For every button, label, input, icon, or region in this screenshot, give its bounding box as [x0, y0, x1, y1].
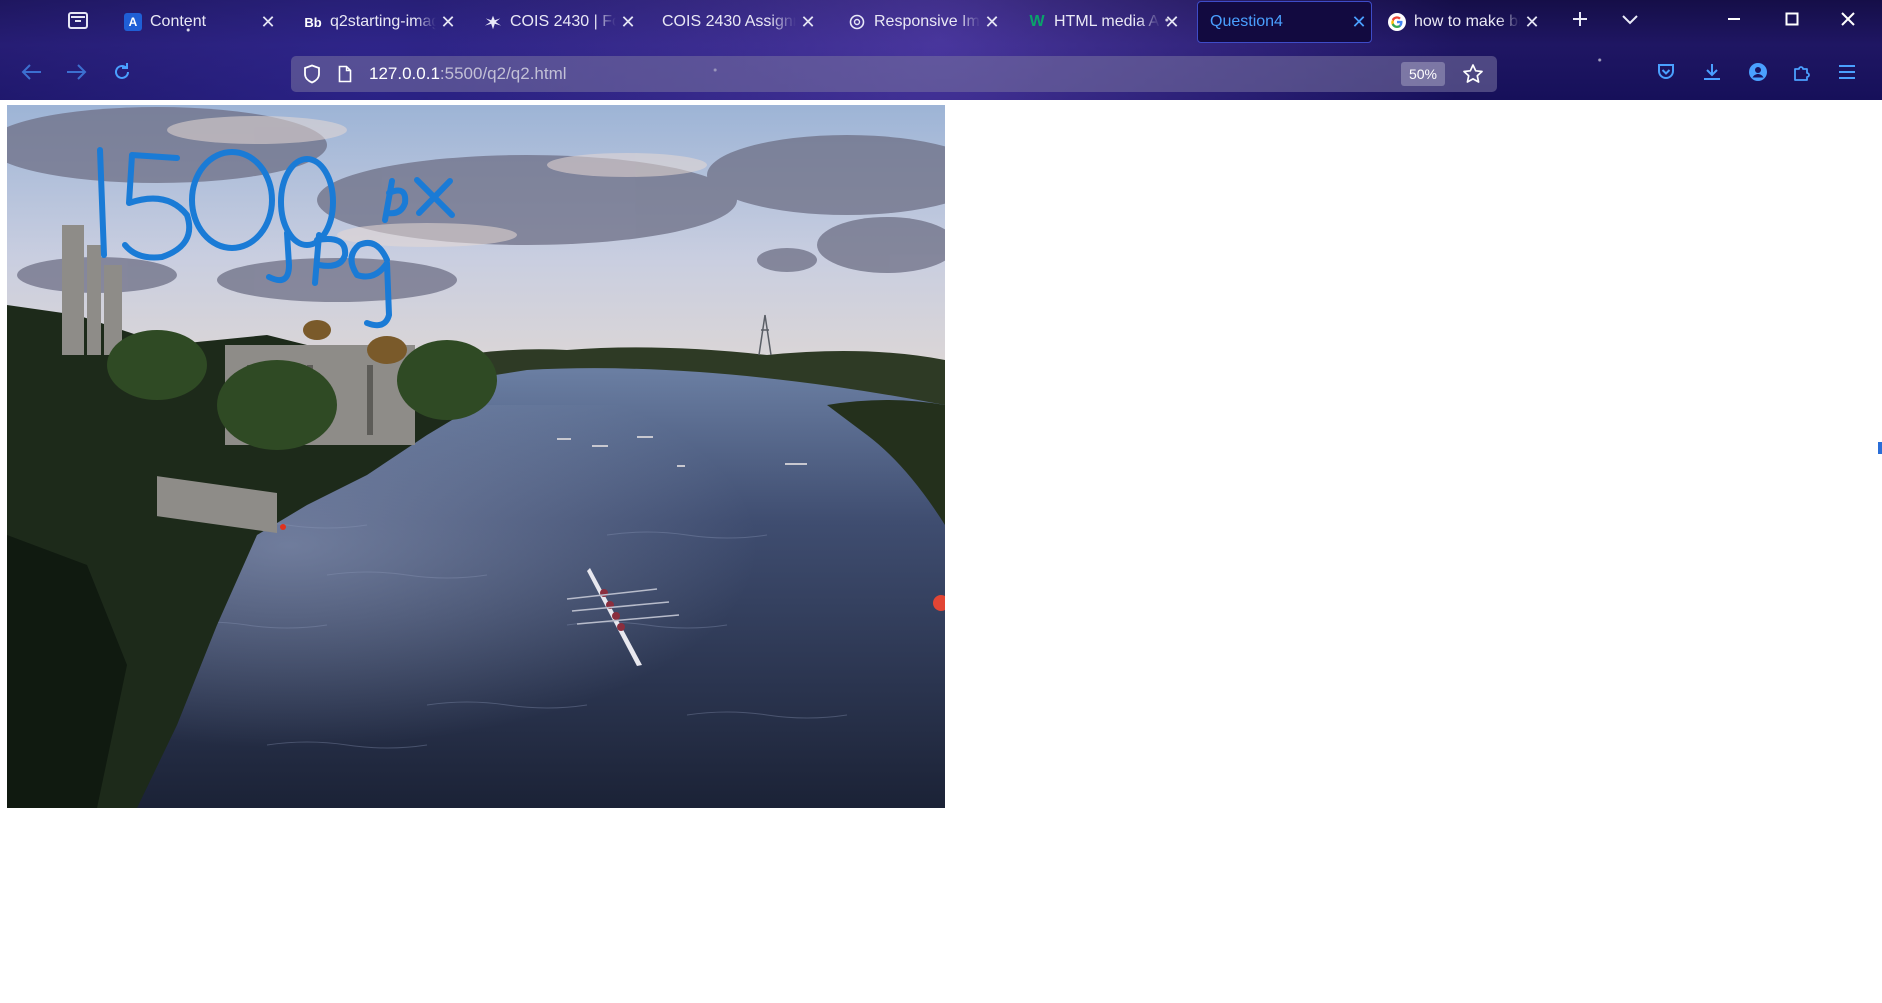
- account-button[interactable]: [1741, 58, 1775, 90]
- tab-title: HTML media Attribute: [1054, 13, 1160, 30]
- scrollbar-indicator[interactable]: [1878, 442, 1882, 454]
- forward-button[interactable]: [59, 58, 93, 90]
- tab-title: Responsive Images: [874, 13, 980, 30]
- minimize-button[interactable]: [1716, 6, 1752, 36]
- url-path: :5500/q2/q2.html: [439, 64, 567, 83]
- plus-icon: [1571, 10, 1589, 33]
- navigation-toolbar: 127.0.0.1:5500/q2/q2.html 50%: [0, 46, 1882, 100]
- list-all-tabs-button[interactable]: [1612, 6, 1648, 36]
- url-host: 127.0.0.1: [369, 64, 440, 83]
- pocket-button[interactable]: [1649, 58, 1683, 90]
- w3schools-icon: W: [1029, 13, 1045, 30]
- zoom-reset-button[interactable]: 50%: [1400, 62, 1445, 86]
- google-icon: [1388, 13, 1406, 31]
- tab-close-icon[interactable]: ✕: [1160, 12, 1184, 33]
- river-rowing-photo: [7, 105, 945, 808]
- tab-responsive-images[interactable]: Responsive Images ✕: [836, 2, 1004, 42]
- puzzle-icon: [1792, 62, 1812, 87]
- app-menu-button[interactable]: [1830, 58, 1864, 90]
- maximize-icon: [1784, 11, 1800, 32]
- bookmark-star-icon[interactable]: [1461, 62, 1485, 86]
- downloads-button[interactable]: [1695, 58, 1729, 90]
- minimize-icon: [1726, 11, 1742, 32]
- close-window-button[interactable]: [1830, 6, 1866, 36]
- address-bar[interactable]: 127.0.0.1:5500/q2/q2.html 50%: [291, 56, 1497, 92]
- maximize-button[interactable]: [1774, 6, 1810, 36]
- tab-overview-button[interactable]: [60, 8, 96, 36]
- tab-close-icon[interactable]: ✕: [436, 12, 460, 33]
- hamburger-menu-icon: [1838, 64, 1856, 85]
- tab-cois-foundations[interactable]: COIS 2430 | Foundations ✕: [472, 2, 640, 42]
- url-text[interactable]: 127.0.0.1:5500/q2/q2.html: [369, 64, 567, 84]
- openai-icon: [848, 13, 866, 31]
- tracking-protection-icon[interactable]: [301, 64, 323, 84]
- download-icon: [1702, 62, 1722, 87]
- tab-how-to-make-browser[interactable]: how to make browser ✕: [1376, 2, 1544, 42]
- tab-title: Question4: [1210, 13, 1283, 30]
- page-info-icon[interactable]: [335, 65, 355, 83]
- tab-title: COIS 2430 Assignment: [662, 13, 796, 30]
- tab-close-icon[interactable]: ✕: [1347, 12, 1371, 33]
- extensions-button[interactable]: [1785, 58, 1819, 90]
- close-icon: [1840, 11, 1856, 32]
- tab-close-icon[interactable]: ✕: [980, 12, 1004, 33]
- tab-close-icon[interactable]: ✕: [1520, 12, 1544, 33]
- page-content: [0, 100, 1882, 1003]
- reload-button[interactable]: [105, 58, 139, 90]
- tab-html-media-attribute[interactable]: W HTML media Attribute ✕: [1016, 2, 1184, 42]
- tab-title: q2starting-images: [330, 13, 436, 30]
- tab-bar: A Content ✕ Bb q2starting-images ✕ COIS …: [0, 0, 1882, 46]
- tab-content[interactable]: A Content ✕: [112, 2, 280, 42]
- reload-icon: [112, 62, 132, 87]
- back-button[interactable]: [15, 58, 49, 90]
- back-arrow-icon: [21, 63, 43, 86]
- tab-title: how to make browser: [1414, 13, 1520, 30]
- tab-cois-assignment[interactable]: COIS 2430 Assignment ✕: [652, 2, 820, 42]
- tab-overview-icon: [67, 10, 89, 35]
- blackboard-icon: Bb: [304, 14, 322, 30]
- account-icon: [1748, 62, 1768, 87]
- tab-close-icon[interactable]: ✕: [256, 12, 280, 33]
- forward-arrow-icon: [65, 63, 87, 86]
- tab-question4[interactable]: Question4 ✕: [1197, 1, 1372, 43]
- anthology-icon: A: [124, 13, 142, 31]
- splash-icon: [484, 13, 502, 31]
- tab-close-icon[interactable]: ✕: [796, 12, 820, 33]
- tab-close-icon[interactable]: ✕: [616, 12, 640, 33]
- chevron-down-icon: [1621, 12, 1639, 30]
- browser-chrome: A Content ✕ Bb q2starting-images ✕ COIS …: [0, 0, 1882, 100]
- tab-title: COIS 2430 | Foundations: [510, 13, 616, 30]
- pocket-icon: [1656, 62, 1676, 87]
- tab-title: Content: [150, 13, 207, 30]
- tab-q2starting-images[interactable]: Bb q2starting-images ✕: [292, 2, 460, 42]
- new-tab-button[interactable]: [1562, 6, 1598, 36]
